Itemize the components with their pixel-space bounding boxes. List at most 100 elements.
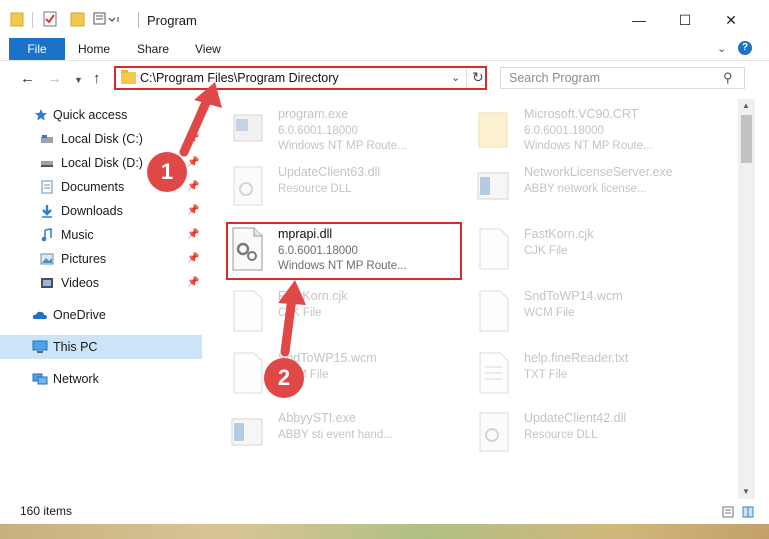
file-name: FastKorn.cjk	[524, 227, 594, 241]
exe-icon	[477, 172, 509, 200]
file-tile[interactable]: SndToWP14.wcm WCM File	[476, 285, 706, 341]
sidebar-item-label: Documents	[61, 180, 125, 194]
sidebar-item-label: Quick access	[53, 108, 128, 122]
file-tile[interactable]: UpdateClient63.dll Resource DLL	[230, 161, 460, 217]
exe-icon	[231, 418, 263, 446]
file-tile[interactable]: UpdateClient42.dll Resource DLL	[476, 407, 706, 463]
file-name: UpdateClient42.dll	[524, 411, 627, 425]
file-detail: 6.0.6001.18000	[524, 125, 604, 137]
scroll-down-arrow-icon[interactable]: ▼	[742, 487, 750, 496]
exe-icon	[233, 114, 263, 142]
sidebar-item-label: Local Disk (D:)	[61, 156, 143, 170]
sidebar-item-network[interactable]: Network	[0, 367, 202, 391]
folder-icon	[478, 112, 508, 148]
tab-home[interactable]: Home	[78, 38, 110, 60]
file-icon	[233, 352, 263, 394]
sidebar-item-label: This PC	[53, 340, 98, 354]
sidebar-item-videos[interactable]: Videos 📌	[0, 271, 202, 295]
file-icon	[233, 290, 263, 332]
properties-icon[interactable]	[42, 10, 58, 28]
pin-icon[interactable]: 📌	[187, 271, 199, 295]
sidebar-item-downloads[interactable]: Downloads 📌	[0, 199, 202, 223]
file-detail: Windows NT MP Route...	[278, 140, 407, 152]
file-tile[interactable]: AbbyySTI.exe ABBY sti event hand...	[230, 407, 460, 463]
star-icon	[35, 109, 47, 121]
file-tile[interactable]: NetworkLicenseServer.exe ABBY network li…	[476, 161, 706, 217]
folder-icon[interactable]	[10, 10, 24, 28]
minimize-button[interactable]: —	[616, 6, 662, 34]
file-list: program.exe 6.0.6001.18000 Windows NT MP…	[204, 99, 738, 499]
file-name: UpdateClient63.dll	[278, 165, 381, 179]
pin-icon[interactable]: 📌	[187, 151, 199, 175]
tiles-view-icon[interactable]	[742, 506, 754, 518]
title-bar: Program — ☐ ✕	[0, 0, 769, 40]
cloud-icon	[32, 311, 47, 319]
address-divider	[466, 68, 467, 88]
maximize-button[interactable]: ☐	[662, 6, 708, 34]
file-name: FastKorn.cjk	[278, 289, 348, 303]
file-detail: ABBY network license...	[524, 183, 647, 195]
sidebar-item-pictures[interactable]: Pictures 📌	[0, 247, 202, 271]
pin-icon[interactable]: 📌	[187, 247, 199, 271]
file-tile[interactable]: help.fineReader.txt TXT File	[476, 347, 706, 403]
details-view-icon[interactable]	[722, 506, 734, 518]
pin-icon[interactable]: 📌	[187, 223, 199, 247]
forward-arrow-icon[interactable]: →	[47, 70, 62, 87]
file-detail: TXT File	[524, 369, 568, 381]
maximize-icon: ☐	[678, 12, 692, 28]
pin-icon[interactable]: 📌	[187, 175, 199, 199]
file-detail: Resource DLL	[278, 183, 352, 195]
scrollbar-thumb[interactable]	[741, 115, 752, 163]
address-bar[interactable]: C:\Program Files\Program Directory ⌄ ↻	[114, 66, 487, 90]
drive-icon	[41, 161, 53, 167]
status-bar: 160 items	[0, 500, 769, 524]
sidebar-item-music[interactable]: Music 📌	[0, 223, 202, 247]
sidebar-item-onedrive[interactable]: OneDrive	[0, 303, 202, 327]
text-file-icon	[479, 352, 509, 394]
file-tile[interactable]: Microsoft.VC90.CRT 6.0.6001.18000 Window…	[476, 103, 706, 159]
recent-locations-chevron-icon[interactable]: ▼	[74, 75, 83, 85]
file-icon	[479, 290, 509, 332]
ribbon-tabs: File Home Share View ⌄	[0, 38, 769, 60]
address-dropdown-chevron-icon[interactable]: ⌄	[451, 71, 460, 84]
file-detail: CJK File	[278, 307, 322, 319]
file-tile[interactable]: program.exe 6.0.6001.18000 Windows NT MP…	[230, 103, 460, 159]
network-icon	[32, 373, 48, 385]
file-name: NetworkLicenseServer.exe	[524, 165, 673, 179]
file-name: program.exe	[278, 107, 349, 121]
tab-share[interactable]: Share	[137, 38, 169, 60]
sidebar-item-label: Music	[61, 228, 94, 242]
sidebar-item-this-pc[interactable]: This PC	[0, 335, 202, 359]
back-arrow-icon[interactable]: ←	[20, 70, 35, 87]
file-detail: ABBY sti event hand...	[278, 429, 393, 441]
search-icon[interactable]: ⚲	[723, 70, 733, 86]
dll-icon	[233, 166, 263, 206]
scroll-up-arrow-icon[interactable]: ▲	[742, 101, 750, 110]
tab-file[interactable]: File	[9, 38, 65, 60]
refresh-icon[interactable]: ↻	[472, 69, 484, 86]
pin-icon[interactable]: 📌	[187, 127, 199, 151]
dll-icon	[479, 412, 509, 452]
sidebar-item-label: Pictures	[61, 252, 107, 266]
search-box[interactable]: Search Program ⚲	[500, 67, 745, 89]
pin-icon[interactable]: 📌	[187, 199, 199, 223]
folder-icon	[121, 70, 136, 84]
file-name: Microsoft.VC90.CRT	[524, 107, 639, 121]
videos-icon	[41, 278, 53, 288]
file-tile[interactable]: FastKorn.cjk CJK File	[230, 285, 460, 341]
help-icon[interactable]: ?	[738, 41, 752, 55]
desktop-background	[0, 524, 769, 539]
download-icon	[42, 205, 52, 218]
customize-toolbar-icon[interactable]	[93, 10, 121, 28]
sidebar-item-quick-access[interactable]: Quick access	[0, 103, 202, 127]
up-arrow-icon[interactable]: ↑	[93, 70, 101, 87]
new-folder-icon[interactable]	[70, 10, 86, 28]
file-detail: WCM File	[524, 307, 575, 319]
tab-view[interactable]: View	[195, 38, 221, 60]
sidebar-item-local-disk-c[interactable]: Local Disk (C:) 📌	[0, 127, 202, 151]
close-button[interactable]: ✕	[708, 6, 754, 34]
close-icon: ✕	[725, 12, 737, 28]
address-path[interactable]: C:\Program Files\Program Directory	[140, 71, 339, 85]
expand-ribbon-chevron-icon[interactable]: ⌄	[717, 40, 726, 58]
file-tile[interactable]: FastKorn.cjk CJK File	[476, 223, 706, 279]
